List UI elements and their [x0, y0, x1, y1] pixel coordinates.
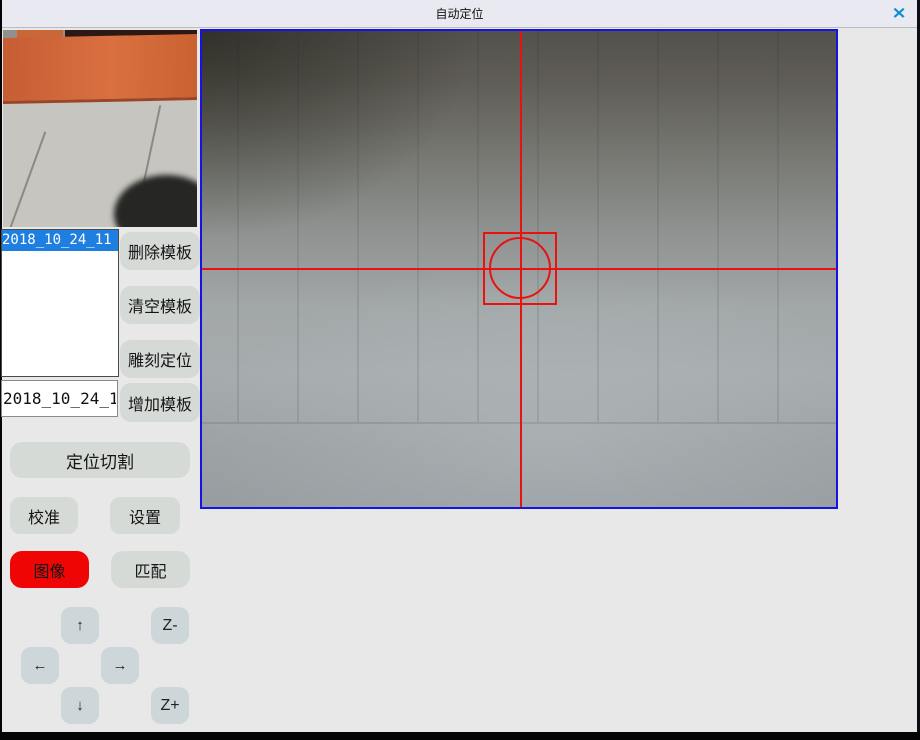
calibrate-button[interactable]: 校准 [10, 497, 78, 534]
title-bar: 自动定位 ✕ [2, 0, 917, 28]
jog-down-button[interactable]: ↓ [61, 687, 99, 724]
thumbnail-dark-object [114, 175, 197, 227]
camera-view[interactable] [200, 29, 838, 509]
jog-left-button[interactable]: ← [21, 647, 59, 684]
list-item[interactable]: 2018_10_24_11 [2, 230, 118, 251]
delete-template-button[interactable]: 删除模板 [120, 232, 200, 270]
thumbnail-orange-beam [3, 34, 197, 104]
jog-up-button[interactable]: ↑ [61, 607, 99, 644]
position-cut-button[interactable]: 定位切割 [10, 442, 190, 478]
clear-templates-button[interactable]: 清空模板 [120, 286, 200, 324]
jog-right-button[interactable]: → [101, 647, 139, 684]
ceiling-line [537, 31, 539, 422]
template-list[interactable]: 2018_10_24_11 [1, 229, 119, 377]
ceiling-line [777, 31, 779, 422]
ceiling-line [237, 31, 239, 422]
ceiling-line [717, 31, 719, 422]
ceiling-line [657, 31, 659, 422]
ceiling-edge-line [202, 422, 836, 424]
dialog-title: 自动定位 [435, 5, 483, 22]
window-border-bottom [0, 732, 920, 740]
close-icon[interactable]: ✕ [887, 4, 911, 24]
ceiling-line [297, 31, 299, 422]
settings-button[interactable]: 设置 [110, 497, 180, 534]
template-name-input[interactable] [1, 380, 118, 417]
jog-z-plus-button[interactable]: Z+ [151, 687, 189, 724]
add-template-button[interactable]: 增加模板 [120, 383, 200, 422]
template-thumbnail [3, 30, 197, 227]
engrave-position-button[interactable]: 雕刻定位 [120, 340, 200, 378]
ceiling-line [357, 31, 359, 422]
match-button[interactable]: 匹配 [111, 551, 190, 588]
ceiling-line [417, 31, 419, 422]
auto-position-dialog: 自动定位 ✕ 2018_10_24_11 删除模板 清空模板 雕刻定位 增加模板… [0, 0, 920, 740]
ceiling-line [597, 31, 599, 422]
thumbnail-tile-line [3, 131, 46, 227]
template-region-circle [489, 237, 551, 299]
jog-z-minus-button[interactable]: Z- [151, 607, 189, 644]
ceiling-line [477, 31, 479, 422]
image-button[interactable]: 图像 [10, 551, 89, 588]
